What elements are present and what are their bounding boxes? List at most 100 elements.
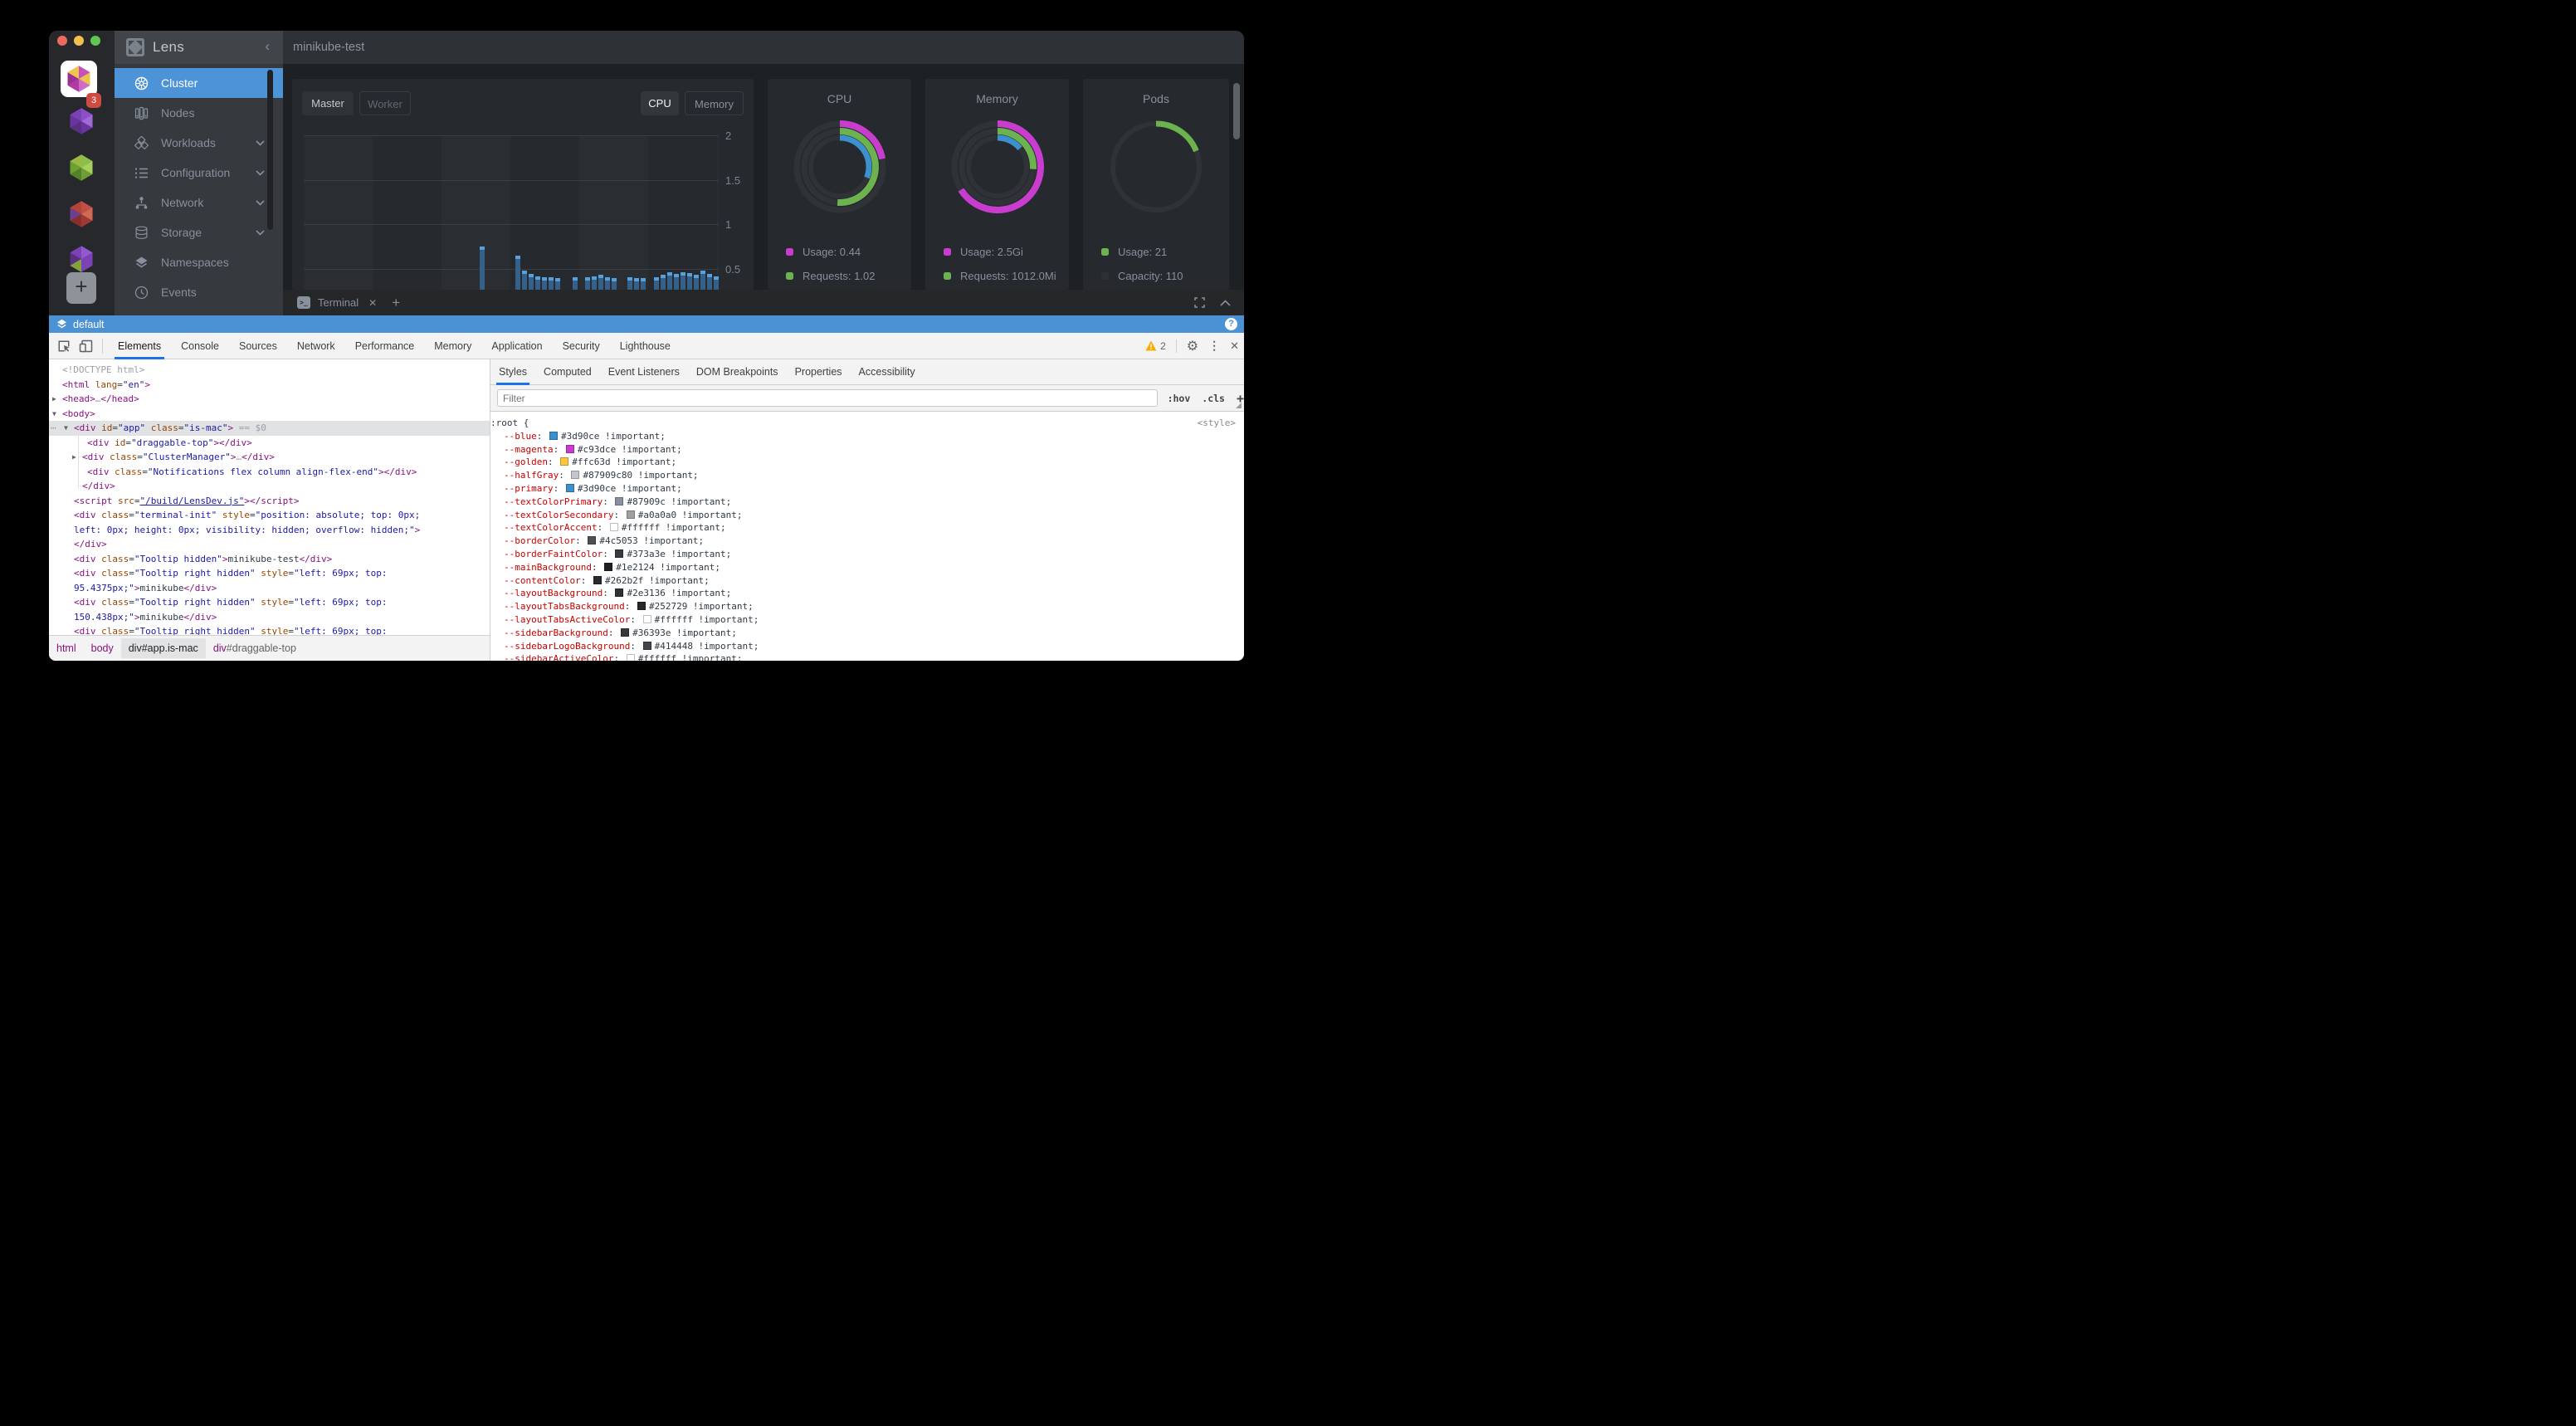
- devtools-tab-lighthouse[interactable]: Lighthouse: [610, 333, 681, 359]
- elements-tree-line[interactable]: 150.438px;">minikube</div>: [49, 610, 490, 625]
- color-swatch[interactable]: [627, 654, 635, 661]
- inspect-element-icon[interactable]: [56, 339, 71, 354]
- style-origin-link[interactable]: <style>: [1198, 417, 1236, 430]
- active-namespace-label[interactable]: default: [73, 319, 105, 330]
- css-variable-line[interactable]: --halfGray: #87909c80 !important;: [490, 469, 1244, 482]
- sidebar-collapse-button[interactable]: ‹: [265, 38, 270, 55]
- breadcrumb-item[interactable]: body: [84, 638, 121, 658]
- css-variable-line[interactable]: --layoutBackground: #2e3136 !important;: [490, 587, 1244, 600]
- sidebar-scrollbar[interactable]: [267, 70, 273, 230]
- css-variable-line[interactable]: --sidebarActiveColor: #ffffff !important…: [490, 652, 1244, 661]
- terminal-add-icon[interactable]: +: [392, 295, 400, 311]
- sidebar-item-storage[interactable]: Storage: [115, 217, 283, 247]
- expand-node-icon[interactable]: ▶: [72, 450, 76, 465]
- device-toolbar-icon[interactable]: [79, 339, 94, 354]
- macos-close-button[interactable]: [57, 36, 67, 46]
- color-swatch[interactable]: [604, 563, 612, 571]
- toggle-hover-state-button[interactable]: :hov: [1168, 393, 1191, 404]
- devtools-settings-icon[interactable]: ⚙: [1187, 338, 1198, 354]
- help-button[interactable]: ?: [1225, 318, 1237, 330]
- cluster-icon-active[interactable]: [61, 61, 97, 97]
- elements-tree-line[interactable]: ▶<head>…</head>: [49, 392, 490, 407]
- css-variable-line[interactable]: --textColorAccent: #ffffff !important;: [490, 521, 1244, 535]
- devtools-tab-application[interactable]: Application: [481, 333, 552, 359]
- elements-tree-line[interactable]: </div>: [49, 479, 490, 494]
- macos-minimize-button[interactable]: [74, 36, 84, 46]
- color-swatch[interactable]: [571, 471, 579, 479]
- elements-tree-line[interactable]: <script src="/build/LensDev.js"></script…: [49, 494, 490, 509]
- devtools-close-icon[interactable]: ✕: [1230, 339, 1239, 353]
- css-variable-line[interactable]: --layoutTabsActiveColor: #ffffff !import…: [490, 613, 1244, 627]
- color-swatch[interactable]: [637, 602, 646, 610]
- devtools-tab-network[interactable]: Network: [287, 333, 345, 359]
- sidebar-item-configuration[interactable]: Configuration: [115, 158, 283, 188]
- color-swatch[interactable]: [566, 445, 574, 453]
- styles-tab-accessibility[interactable]: Accessibility: [851, 359, 924, 385]
- styles-tab-event-listeners[interactable]: Event Listeners: [600, 359, 688, 385]
- elements-tree-line[interactable]: <div class="Tooltip right hidden" style=…: [49, 624, 490, 635]
- elements-tree-line[interactable]: <html lang="en">: [49, 378, 490, 393]
- terminal-expand-icon[interactable]: [1194, 297, 1205, 308]
- more-actions-icon[interactable]: ⋯: [51, 421, 57, 436]
- sidebar-item-events[interactable]: Events: [115, 277, 283, 307]
- console-warnings-button[interactable]: 2: [1145, 340, 1166, 352]
- elements-tree-line[interactable]: <div class="Tooltip right hidden" style=…: [49, 595, 490, 610]
- css-variable-line[interactable]: --textColorPrimary: #87909c !important;: [490, 496, 1244, 509]
- css-variable-line[interactable]: --textColorSecondary: #a0a0a0 !important…: [490, 509, 1244, 522]
- cluster-icon-4[interactable]: [66, 199, 96, 229]
- elements-tree-line[interactable]: ⋯▼<div id="app" class="is-mac"> == $0: [49, 421, 490, 436]
- elements-tree-line[interactable]: <div class="Tooltip right hidden" style=…: [49, 566, 490, 581]
- css-variable-line[interactable]: --sidebarLogoBackground: #414448 !import…: [490, 640, 1244, 653]
- elements-tree-line[interactable]: <div class="Notifications flex column al…: [49, 465, 490, 480]
- color-swatch[interactable]: [615, 588, 623, 597]
- terminal-close-icon[interactable]: ✕: [368, 297, 377, 309]
- pane-resize-handle[interactable]: [1236, 403, 1242, 408]
- css-variable-line[interactable]: --borderColor: #4c5053 !important;: [490, 535, 1244, 548]
- cluster-icon-5[interactable]: [66, 243, 96, 273]
- sidebar-item-network[interactable]: Network: [115, 188, 283, 217]
- color-swatch[interactable]: [627, 510, 635, 519]
- styles-tab-styles[interactable]: Styles: [490, 359, 535, 385]
- css-variable-line[interactable]: --mainBackground: #1e2124 !important;: [490, 561, 1244, 574]
- color-swatch[interactable]: [566, 484, 574, 492]
- terminal-tab-label[interactable]: Terminal: [318, 296, 359, 309]
- color-swatch[interactable]: [610, 523, 618, 531]
- dashboard-scrollbar[interactable]: [1233, 83, 1240, 139]
- elements-tree-line[interactable]: left: 0px; height: 0px; visibility: hidd…: [49, 523, 490, 538]
- elements-tree-line[interactable]: ▼<body>: [49, 407, 490, 422]
- sidebar-item-namespaces[interactable]: Namespaces: [115, 247, 283, 277]
- terminal-collapse-chevron-icon[interactable]: [1220, 300, 1231, 306]
- cluster-icon-2[interactable]: [66, 106, 96, 136]
- color-swatch[interactable]: [549, 432, 558, 440]
- styles-filter-input[interactable]: [497, 389, 1158, 407]
- master-tab[interactable]: Master: [302, 91, 354, 115]
- add-cluster-button[interactable]: +: [66, 272, 96, 304]
- collapse-node-icon[interactable]: ▼: [64, 421, 68, 436]
- cluster-icon-3[interactable]: [66, 153, 96, 183]
- elements-tree-line[interactable]: ▶<div class="ClusterManager">…</div>: [49, 450, 490, 465]
- collapse-node-icon[interactable]: ▼: [52, 407, 56, 422]
- css-variable-line[interactable]: --golden: #ffc63d !important;: [490, 456, 1244, 469]
- css-variable-line[interactable]: --sidebarBackground: #36393e !important;: [490, 627, 1244, 640]
- color-swatch[interactable]: [621, 628, 629, 637]
- devtools-tab-security[interactable]: Security: [553, 333, 610, 359]
- devtools-tab-sources[interactable]: Sources: [229, 333, 287, 359]
- sidebar-item-nodes[interactable]: Nodes: [115, 98, 283, 128]
- color-swatch[interactable]: [615, 549, 623, 558]
- devtools-tab-memory[interactable]: Memory: [424, 333, 481, 359]
- devtools-tab-elements[interactable]: Elements: [108, 333, 171, 359]
- color-swatch[interactable]: [615, 497, 623, 505]
- worker-tab[interactable]: Worker: [359, 91, 411, 115]
- elements-tree-line[interactable]: <div id="draggable-top"></div>: [49, 436, 490, 451]
- styles-tab-computed[interactable]: Computed: [535, 359, 600, 385]
- css-variable-line[interactable]: --contentColor: #262b2f !important;: [490, 574, 1244, 588]
- color-swatch[interactable]: [560, 457, 568, 466]
- cpu-metric-tab[interactable]: CPU: [641, 91, 679, 115]
- elements-tree-line[interactable]: </div>: [49, 537, 490, 552]
- css-variable-line[interactable]: --magenta: #c93dce !important;: [490, 443, 1244, 457]
- expand-node-icon[interactable]: ▶: [52, 392, 56, 407]
- styles-tab-properties[interactable]: Properties: [787, 359, 851, 385]
- elements-tree-line[interactable]: <div class="terminal-init" style="positi…: [49, 508, 490, 523]
- css-variable-line[interactable]: --primary: #3d90ce !important;: [490, 482, 1244, 496]
- breadcrumb-item[interactable]: div#app.is-mac: [121, 638, 206, 658]
